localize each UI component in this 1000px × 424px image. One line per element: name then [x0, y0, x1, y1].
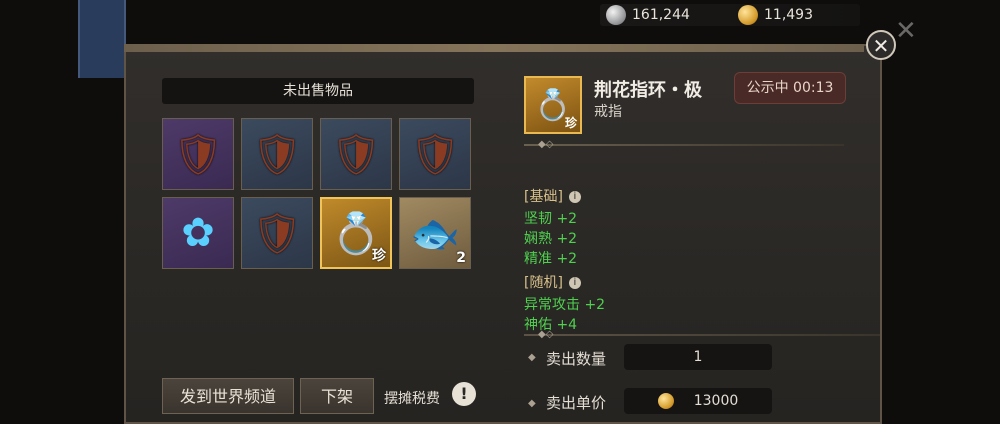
inventory-slot-7[interactable]: 💍 珍	[320, 197, 392, 269]
stall-tax-label: 摆摊税费	[384, 391, 440, 407]
armor-scroll-icon: 🛡	[251, 210, 303, 257]
armor-scroll-icon: 🛡	[251, 131, 303, 178]
take-down-button[interactable]: 下架	[300, 378, 374, 414]
silver-amount: 161,244	[632, 7, 690, 23]
inventory-slot-1[interactable]: 🛡	[162, 118, 234, 190]
stat-line: 精准 +2	[524, 251, 578, 267]
stat-line: 娴熟 +2	[524, 231, 578, 247]
stat-line: 坚韧 +2	[524, 211, 578, 227]
random-stats-header: [随机] i	[524, 272, 581, 292]
sale-price-input[interactable]: 13000	[624, 388, 772, 414]
inventory-slot-5[interactable]: ✿	[162, 197, 234, 269]
unsold-items-header: 未出售物品	[162, 78, 474, 104]
random-stats-label: [随机]	[524, 275, 563, 291]
gold-amount: 11,493	[764, 7, 813, 23]
panel-top-border	[124, 44, 864, 52]
background-close-icon: ✕	[895, 16, 917, 46]
inventory-slot-4[interactable]: 🛡	[399, 118, 471, 190]
rarity-badge: 珍	[372, 248, 386, 264]
inventory-slot-2[interactable]: 🛡	[241, 118, 313, 190]
stat-line: 异常攻击 +2	[524, 297, 606, 313]
basic-stats-label: [基础]	[524, 189, 563, 205]
armor-scroll-icon: 🛡	[409, 131, 461, 178]
publicity-timer: 公示中 00:13	[734, 72, 846, 104]
blue-flower-icon: ✿	[181, 210, 215, 256]
sale-price-label: 卖出单价	[546, 394, 607, 412]
close-button[interactable]: ✕	[866, 30, 896, 60]
gold-currency: 11,493	[738, 5, 813, 25]
inventory-slot-8[interactable]: 🐟 2	[399, 197, 471, 269]
sale-quantity-input[interactable]: 1	[624, 344, 772, 370]
armor-scroll-icon: 🛡	[172, 131, 224, 178]
sale-price-value: 13000	[693, 393, 739, 409]
stack-count-badge: 2	[456, 250, 466, 266]
item-type: 戒指	[594, 104, 622, 120]
divider-ornament-icon: ◆◇	[538, 139, 554, 150]
armor-scroll-icon: 🛡	[330, 131, 382, 178]
fish-icon: 🐟	[410, 210, 460, 257]
info-icon[interactable]: i	[568, 277, 581, 289]
item-rarity-badge: 珍	[564, 116, 577, 130]
close-icon: ✕	[872, 34, 890, 58]
tax-info-icon[interactable]: !	[452, 382, 476, 406]
selected-item-icon: 💍 珍	[524, 76, 582, 134]
section-divider	[524, 334, 880, 336]
divider-ornament-icon: ◆◇	[538, 329, 554, 340]
sale-quantity-label: 卖出数量	[546, 350, 607, 368]
world-channel-button[interactable]: 发到世界频道	[162, 378, 294, 414]
guild-banner	[78, 0, 126, 78]
inventory-slot-3[interactable]: 🛡	[320, 118, 392, 190]
bullet-icon: ◆	[528, 352, 536, 363]
silver-coin-icon	[606, 5, 626, 25]
inventory-slot-6[interactable]: 🛡	[241, 197, 313, 269]
section-divider	[524, 144, 844, 146]
gold-coin-icon	[657, 393, 674, 409]
gold-coin-icon	[738, 5, 758, 25]
basic-stats-header: [基础] i	[524, 186, 581, 206]
info-icon[interactable]: i	[568, 191, 581, 203]
item-title: 荆花指环・极	[594, 80, 702, 101]
silver-currency: 161,244	[606, 5, 690, 25]
